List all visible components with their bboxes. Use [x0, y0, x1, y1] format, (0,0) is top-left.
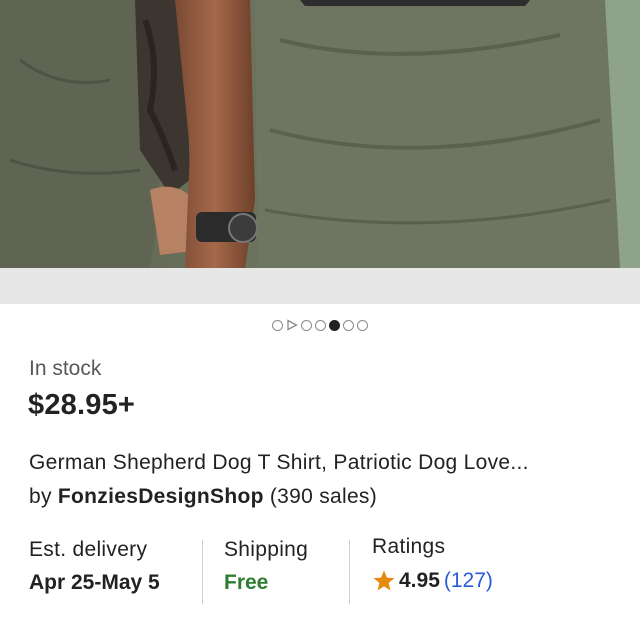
carousel-dot[interactable]	[301, 319, 312, 331]
delivery-info: Est. delivery Apr 25-May 5	[29, 538, 160, 608]
shop-byline: by FonziesDesignShop (390 sales)	[29, 485, 377, 509]
shipping-label: Shipping	[224, 538, 309, 561]
shipping-value: Free	[224, 571, 269, 594]
shipping-info: Shipping Free	[224, 538, 308, 608]
image-bottom-band	[0, 268, 640, 304]
ratings-label: Ratings	[372, 535, 446, 558]
sales-count: (390 sales)	[263, 485, 378, 508]
play-icon[interactable]	[286, 319, 298, 331]
carousel-dot[interactable]	[315, 319, 326, 331]
carousel-indicators[interactable]	[0, 318, 640, 332]
delivery-label: Est. delivery	[29, 538, 148, 561]
price: $28.95+	[28, 389, 136, 421]
shop-name-link[interactable]: FonziesDesignShop	[58, 485, 264, 508]
carousel-dot[interactable]	[357, 319, 368, 331]
product-image[interactable]	[0, 0, 640, 268]
product-title[interactable]: German Shepherd Dog T Shirt, Patriotic D…	[29, 451, 629, 475]
carousel-dot-active[interactable]	[329, 319, 340, 331]
rating-value: 4.95	[399, 569, 440, 592]
carousel-dot[interactable]	[272, 319, 283, 331]
rating-count-link[interactable]: (127)	[444, 569, 493, 593]
delivery-value: Apr 25-May 5	[29, 571, 160, 594]
divider	[349, 540, 350, 604]
carousel-dot[interactable]	[343, 319, 354, 331]
ratings-info[interactable]: Ratings 4.95 (127)	[372, 535, 493, 605]
divider	[202, 540, 203, 604]
star-icon	[373, 570, 395, 591]
stock-status: In stock	[29, 357, 102, 380]
ratings-value-row[interactable]: 4.95 (127)	[372, 569, 493, 593]
product-photo	[0, 0, 640, 268]
by-prefix: by	[29, 485, 58, 508]
